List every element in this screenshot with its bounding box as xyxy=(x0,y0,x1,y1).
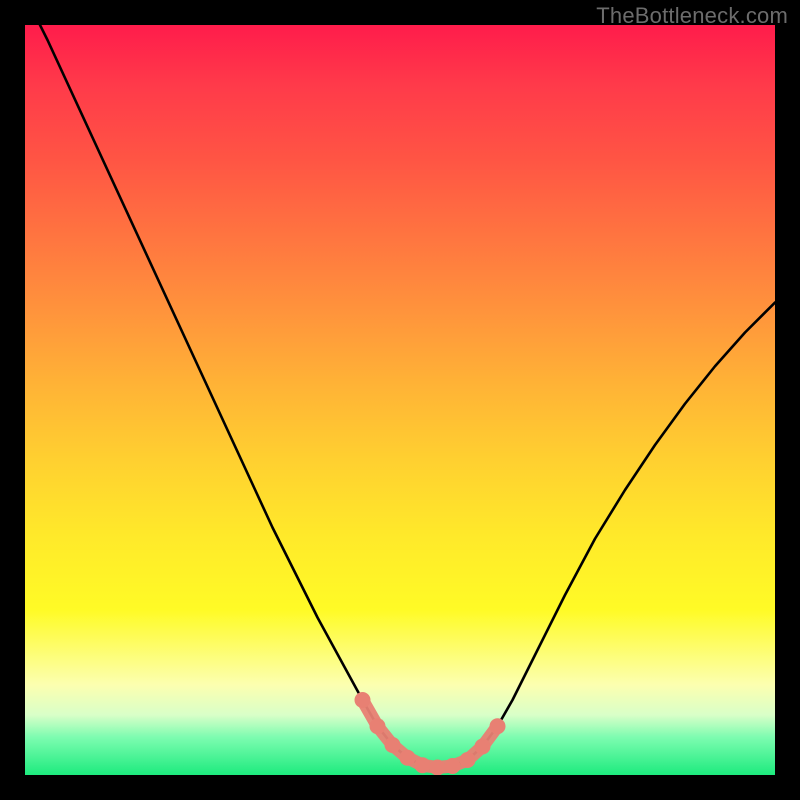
chart-frame: TheBottleneck.com xyxy=(0,0,800,800)
watermark-text: TheBottleneck.com xyxy=(596,3,788,29)
bottleneck-curve xyxy=(25,25,775,768)
highlight-markers xyxy=(355,692,506,775)
chart-svg xyxy=(25,25,775,775)
plot-area xyxy=(25,25,775,775)
